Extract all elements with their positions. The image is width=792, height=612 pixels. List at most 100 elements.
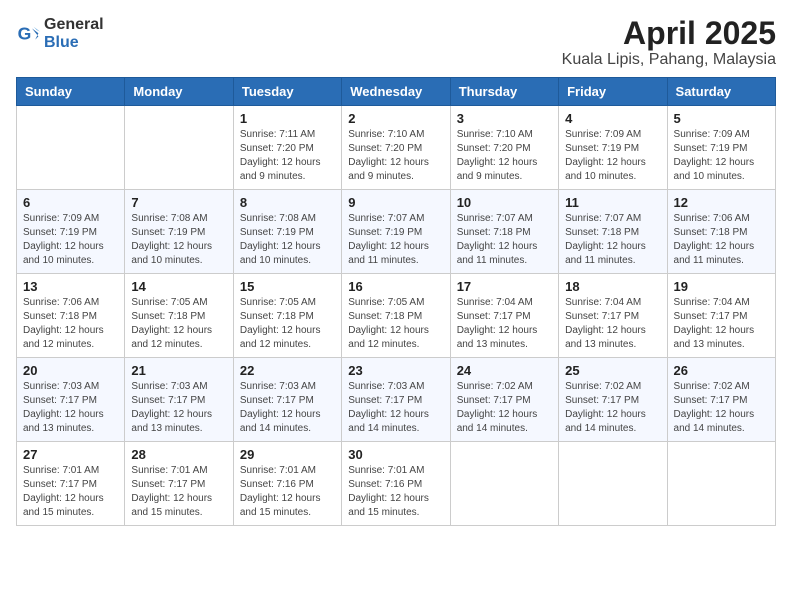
day-number: 13 [23,279,118,294]
calendar-header-tuesday: Tuesday [233,78,341,106]
day-info: Sunrise: 7:01 AM Sunset: 7:16 PM Dayligh… [240,464,335,520]
day-number: 4 [565,111,660,126]
day-info: Sunrise: 7:08 AM Sunset: 7:19 PM Dayligh… [240,212,335,268]
calendar-cell: 20Sunrise: 7:03 AM Sunset: 7:17 PM Dayli… [17,358,125,442]
calendar-cell: 14 Sunrise: 7:05 AM Sunset: 7:18 PM Dayli… [125,274,233,358]
day-number: 29 [240,447,335,462]
day-info: Sunrise: 7:06 AM Sunset: 7:18 PM Dayligh… [23,296,118,352]
logo-icon: G [16,22,40,46]
calendar-cell: 10 Sunrise: 7:07 AM Sunset: 7:18 PM Dayli… [450,190,558,274]
calendar-week-row: 6 Sunrise: 7:09 AM Sunset: 7:19 PM Daylig… [17,190,776,274]
calendar-week-row: 27 Sunrise: 7:01 AM Sunset: 7:17 PM Dayli… [17,442,776,526]
day-number: 8 [240,195,335,210]
day-info: Sunrise: 7:03 AM Sunset: 7:17 PM Dayligh… [240,380,335,436]
day-number: 28 [131,447,226,462]
day-number: 15 [240,279,335,294]
day-number: 14 [131,279,226,294]
calendar-cell: 19Sunrise: 7:04 AM Sunset: 7:17 PM Dayli… [667,274,775,358]
calendar-cell: 21 Sunrise: 7:03 AM Sunset: 7:17 PM Dayli… [125,358,233,442]
day-number: 27 [23,447,118,462]
calendar-week-row: 1 Sunrise: 7:11 AM Sunset: 7:20 PM Daylig… [17,106,776,190]
day-info: Sunrise: 7:03 AM Sunset: 7:17 PM Dayligh… [131,380,226,436]
day-number: 11 [565,195,660,210]
day-number: 5 [674,111,769,126]
day-number: 24 [457,363,552,378]
day-info: Sunrise: 7:09 AM Sunset: 7:19 PM Dayligh… [23,212,118,268]
calendar-cell: 12 Sunrise: 7:06 AM Sunset: 7:18 PM Dayli… [667,190,775,274]
calendar-header-sunday: Sunday [17,78,125,106]
svg-text:G: G [18,23,32,43]
day-info: Sunrise: 7:07 AM Sunset: 7:18 PM Dayligh… [457,212,552,268]
calendar-cell [559,442,667,526]
calendar-cell: 25Sunrise: 7:02 AM Sunset: 7:17 PM Dayli… [559,358,667,442]
calendar-header-friday: Friday [559,78,667,106]
calendar-header-thursday: Thursday [450,78,558,106]
day-number: 12 [674,195,769,210]
calendar-cell [450,442,558,526]
day-info: Sunrise: 7:07 AM Sunset: 7:18 PM Dayligh… [565,212,660,268]
day-number: 6 [23,195,118,210]
day-info: Sunrise: 7:04 AM Sunset: 7:17 PM Dayligh… [674,296,769,352]
day-number: 1 [240,111,335,126]
calendar-cell: 24 Sunrise: 7:02 AM Sunset: 7:17 PM Dayli… [450,358,558,442]
calendar-cell: 1 Sunrise: 7:11 AM Sunset: 7:20 PM Daylig… [233,106,341,190]
calendar-cell: 27 Sunrise: 7:01 AM Sunset: 7:17 PM Dayli… [17,442,125,526]
day-info: Sunrise: 7:05 AM Sunset: 7:18 PM Dayligh… [348,296,443,352]
day-number: 21 [131,363,226,378]
day-number: 2 [348,111,443,126]
calendar-cell: 29 Sunrise: 7:01 AM Sunset: 7:16 PM Dayli… [233,442,341,526]
calendar-cell: 30Sunrise: 7:01 AM Sunset: 7:16 PM Dayli… [342,442,450,526]
day-info: Sunrise: 7:01 AM Sunset: 7:17 PM Dayligh… [131,464,226,520]
calendar-cell: 5Sunrise: 7:09 AM Sunset: 7:19 PM Daylig… [667,106,775,190]
calendar-cell: 15Sunrise: 7:05 AM Sunset: 7:18 PM Dayli… [233,274,341,358]
calendar-header-monday: Monday [125,78,233,106]
calendar-cell: 3Sunrise: 7:10 AM Sunset: 7:20 PM Daylig… [450,106,558,190]
calendar-cell: 17Sunrise: 7:04 AM Sunset: 7:17 PM Dayli… [450,274,558,358]
calendar: SundayMondayTuesdayWednesdayThursdayFrid… [16,77,776,526]
day-number: 7 [131,195,226,210]
day-number: 26 [674,363,769,378]
month-title: April 2025 [562,16,776,51]
logo-general: General [44,16,104,34]
day-info: Sunrise: 7:10 AM Sunset: 7:20 PM Dayligh… [457,128,552,184]
calendar-header-wednesday: Wednesday [342,78,450,106]
day-info: Sunrise: 7:02 AM Sunset: 7:17 PM Dayligh… [565,380,660,436]
day-info: Sunrise: 7:02 AM Sunset: 7:17 PM Dayligh… [457,380,552,436]
day-info: Sunrise: 7:03 AM Sunset: 7:17 PM Dayligh… [348,380,443,436]
day-info: Sunrise: 7:01 AM Sunset: 7:17 PM Dayligh… [23,464,118,520]
day-number: 22 [240,363,335,378]
calendar-header-row: SundayMondayTuesdayWednesdayThursdayFrid… [17,78,776,106]
calendar-week-row: 20 Sunrise: 7:03 AM Sunset: 7:17 PM Dayli… [17,358,776,442]
calendar-cell: 4 Sunrise: 7:09 AM Sunset: 7:19 PM Daylig… [559,106,667,190]
logo: G General Blue [16,16,104,51]
day-info: Sunrise: 7:09 AM Sunset: 7:19 PM Dayligh… [565,128,660,184]
calendar-cell: 26Sunrise: 7:02 AM Sunset: 7:17 PM Dayli… [667,358,775,442]
calendar-cell: 11 Sunrise: 7:07 AM Sunset: 7:18 PM Dayli… [559,190,667,274]
calendar-cell [125,106,233,190]
calendar-cell: 9 Sunrise: 7:07 AM Sunset: 7:19 PM Daylig… [342,190,450,274]
day-info: Sunrise: 7:06 AM Sunset: 7:18 PM Dayligh… [674,212,769,268]
day-number: 18 [565,279,660,294]
day-number: 9 [348,195,443,210]
day-info: Sunrise: 7:08 AM Sunset: 7:19 PM Dayligh… [131,212,226,268]
calendar-cell: 18 Sunrise: 7:04 AM Sunset: 7:17 PM Dayli… [559,274,667,358]
day-number: 30 [348,447,443,462]
day-info: Sunrise: 7:10 AM Sunset: 7:20 PM Dayligh… [348,128,443,184]
calendar-cell: 8 Sunrise: 7:08 AM Sunset: 7:19 PM Daylig… [233,190,341,274]
calendar-cell: 23Sunrise: 7:03 AM Sunset: 7:17 PM Dayli… [342,358,450,442]
day-number: 10 [457,195,552,210]
day-info: Sunrise: 7:11 AM Sunset: 7:20 PM Dayligh… [240,128,335,184]
calendar-cell [667,442,775,526]
calendar-cell: 22 Sunrise: 7:03 AM Sunset: 7:17 PM Dayli… [233,358,341,442]
logo-blue: Blue [44,34,104,52]
calendar-header-saturday: Saturday [667,78,775,106]
day-info: Sunrise: 7:04 AM Sunset: 7:17 PM Dayligh… [565,296,660,352]
location-title: Kuala Lipis, Pahang, Malaysia [562,51,776,69]
day-info: Sunrise: 7:07 AM Sunset: 7:19 PM Dayligh… [348,212,443,268]
calendar-cell: 28 Sunrise: 7:01 AM Sunset: 7:17 PM Dayli… [125,442,233,526]
day-info: Sunrise: 7:05 AM Sunset: 7:18 PM Dayligh… [131,296,226,352]
day-number: 20 [23,363,118,378]
calendar-cell: 2 Sunrise: 7:10 AM Sunset: 7:20 PM Daylig… [342,106,450,190]
calendar-week-row: 13 Sunrise: 7:06 AM Sunset: 7:18 PM Dayli… [17,274,776,358]
title-area: April 2025 Kuala Lipis, Pahang, Malaysia [562,16,776,69]
